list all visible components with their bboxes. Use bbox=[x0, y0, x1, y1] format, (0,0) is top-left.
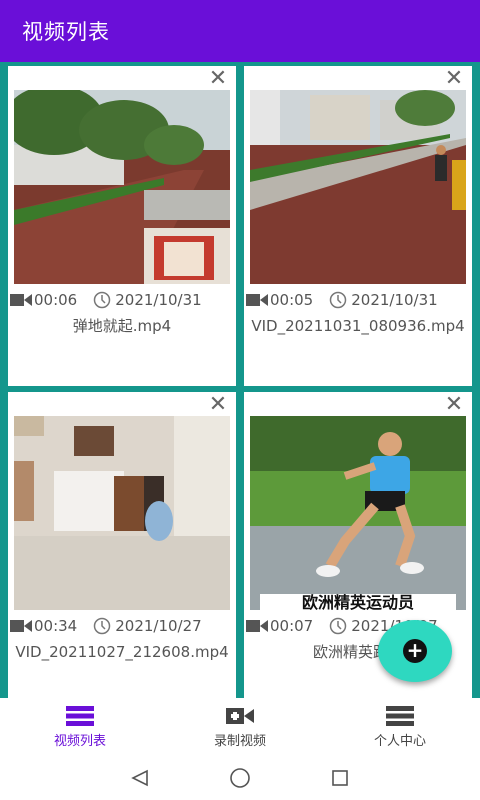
video-camera-icon bbox=[246, 620, 268, 632]
video-duration: 00:06 bbox=[34, 291, 78, 309]
video-thumbnail[interactable]: 欧洲精英运动员 bbox=[250, 416, 466, 610]
nav-item-record-video[interactable]: 录制视频 bbox=[160, 698, 320, 756]
video-camera-icon bbox=[246, 294, 268, 306]
nav-item-profile[interactable]: 个人中心 bbox=[320, 698, 480, 756]
menu-icon bbox=[386, 705, 414, 726]
list-icon bbox=[66, 705, 94, 726]
clock-icon bbox=[93, 617, 111, 635]
video-meta: 00:05 2021/10/31 bbox=[246, 290, 472, 310]
recents-button[interactable] bbox=[290, 769, 390, 787]
back-button[interactable] bbox=[90, 769, 190, 787]
thumbnail-caption: 欧洲精英运动员 bbox=[302, 593, 414, 610]
video-thumbnail[interactable] bbox=[250, 90, 466, 284]
video-filename: VID_20211027_212608.mp4 bbox=[15, 643, 229, 661]
recents-square-icon bbox=[332, 770, 348, 786]
video-duration: 00:07 bbox=[270, 617, 314, 635]
nav-label: 个人中心 bbox=[373, 733, 426, 749]
back-triangle-icon bbox=[131, 769, 148, 787]
nav-label: 录制视频 bbox=[213, 733, 266, 749]
close-icon[interactable]: ✕ bbox=[444, 394, 464, 416]
clock-icon bbox=[93, 291, 111, 309]
home-circle-icon bbox=[230, 768, 250, 788]
home-button[interactable] bbox=[190, 767, 290, 789]
close-icon[interactable]: ✕ bbox=[208, 394, 228, 416]
video-thumbnail[interactable] bbox=[14, 416, 230, 610]
close-icon[interactable]: ✕ bbox=[208, 68, 228, 90]
video-card[interactable]: ✕ 00:05 2021/10/31 VID_20211031_080936.m… bbox=[244, 66, 472, 386]
nav-item-video-list[interactable]: 视频列表 bbox=[0, 698, 160, 756]
video-grid[interactable]: ✕ 00:06 2021/10/31 弹地就起.mp4 ✕ 00:05 2021… bbox=[0, 62, 480, 698]
clock-icon bbox=[329, 291, 347, 309]
close-icon[interactable]: ✕ bbox=[444, 68, 464, 90]
video-thumbnail[interactable] bbox=[14, 90, 230, 284]
video-date: 2021/10/31 bbox=[115, 291, 202, 309]
video-card[interactable]: ✕ 00:34 2021/10/27 VID_20211027_212608.m… bbox=[8, 392, 236, 698]
bottom-navigation: 视频列表 录制视频 个人中心 bbox=[0, 698, 480, 756]
app-bar: 视频列表 bbox=[0, 0, 480, 62]
page-title: 视频列表 bbox=[22, 20, 110, 44]
video-meta: 00:34 2021/10/27 bbox=[10, 616, 236, 636]
video-duration: 00:05 bbox=[270, 291, 314, 309]
clock-icon bbox=[329, 617, 347, 635]
video-filename: 弹地就起.mp4 bbox=[72, 317, 172, 335]
nav-label: 视频列表 bbox=[53, 733, 106, 749]
add-video-button[interactable]: + bbox=[378, 620, 452, 682]
video-card[interactable]: ✕ 00:06 2021/10/31 弹地就起.mp4 bbox=[8, 66, 236, 386]
video-camera-icon bbox=[10, 620, 32, 632]
video-camera-icon bbox=[10, 294, 32, 306]
system-navigation-bar bbox=[0, 756, 480, 800]
video-date: 2021/10/27 bbox=[115, 617, 202, 635]
video-camera-icon bbox=[226, 707, 254, 724]
video-duration: 00:34 bbox=[34, 617, 78, 635]
video-filename: VID_20211031_080936.mp4 bbox=[251, 317, 465, 335]
plus-icon: + bbox=[403, 639, 427, 663]
video-meta: 00:06 2021/10/31 bbox=[10, 290, 236, 310]
video-date: 2021/10/31 bbox=[351, 291, 438, 309]
